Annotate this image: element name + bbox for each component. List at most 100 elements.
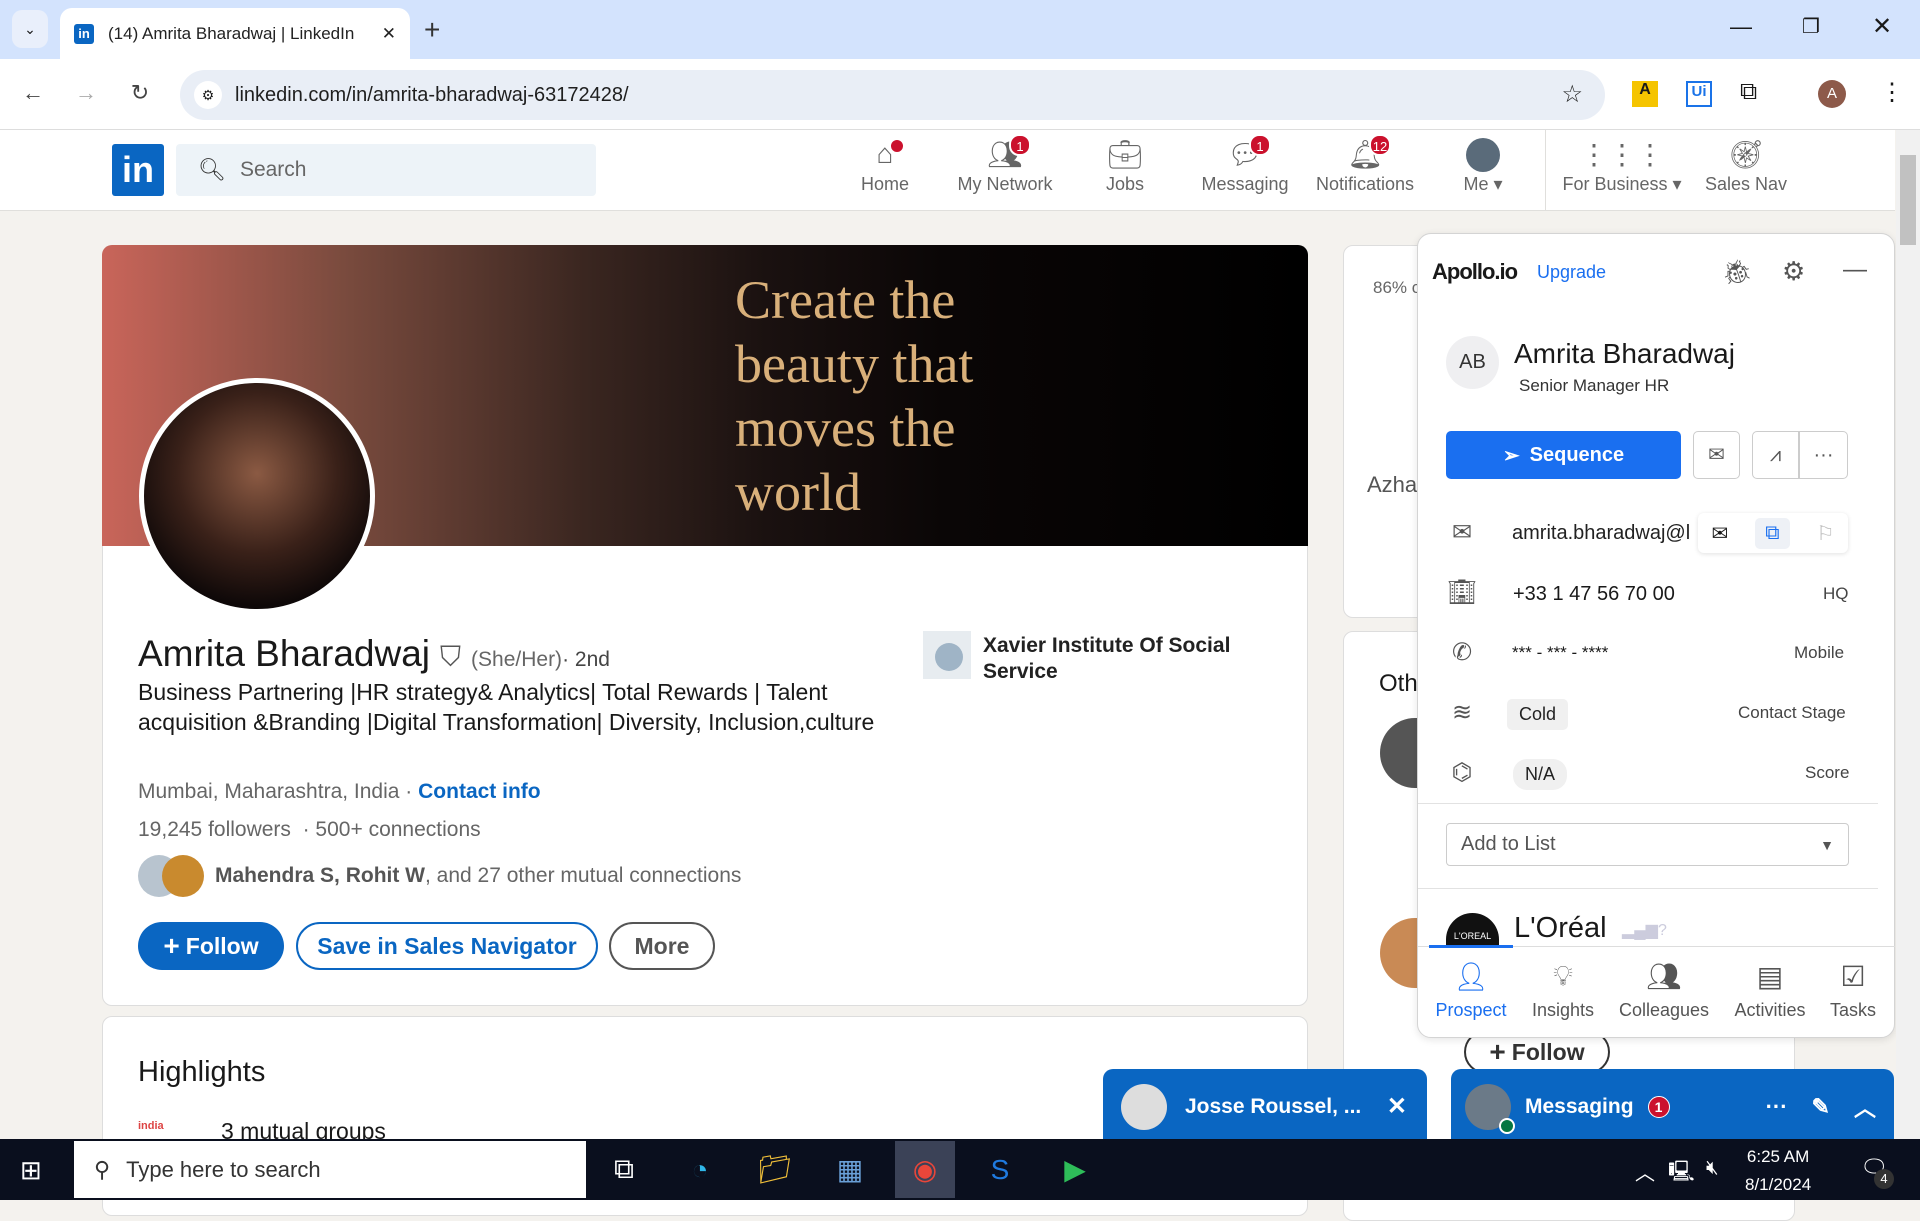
online-status-dot <box>1499 1117 1515 1134</box>
tray-chevron-icon[interactable]: ︿ <box>1635 1157 1655 1186</box>
mutual-rest: , and 27 other mutual connections <box>425 864 742 887</box>
add-to-list-dropdown[interactable]: Add to List ▼ <box>1446 823 1849 866</box>
bookmark-star-icon[interactable]: ☆ <box>1561 80 1583 109</box>
plus-icon: + <box>1489 1036 1506 1067</box>
network-icon[interactable]: 🖳︎ <box>1668 1157 1695 1191</box>
nav-notifications[interactable]: 🔔︎ 12 Notifications <box>1305 134 1425 195</box>
network-icon: 👥︎ 1 <box>945 134 1065 174</box>
mutual-connections-link[interactable]: Mahendra S, Rohit W, and 27 other mutual… <box>215 864 741 888</box>
sequence-button[interactable]: ➢ Sequence <box>1446 431 1681 479</box>
new-tab-button[interactable]: + <box>424 14 440 46</box>
mobile-phone[interactable]: *** - *** - **** <box>1512 643 1608 663</box>
ai-email-button[interactable]: ✉ <box>1693 431 1740 479</box>
forward-icon[interactable]: → <box>68 80 104 106</box>
chat-window-josse[interactable]: Josse Roussel, ... ✕ <box>1103 1069 1427 1144</box>
apollo-open-button[interactable]: ⩘ <box>1752 431 1799 479</box>
contact-info-link[interactable]: Contact info <box>418 780 540 803</box>
nav-for-business[interactable]: ⋮⋮⋮ For Business ▾ <box>1552 138 1692 195</box>
close-window-button[interactable]: ✕ <box>1872 12 1892 41</box>
linkedin-logo[interactable]: in <box>112 144 164 196</box>
checkbox-icon: ☑ <box>1840 961 1866 992</box>
edge-icon[interactable]: ◔ <box>670 1141 730 1198</box>
green-app-icon[interactable]: ▶ <box>1045 1141 1105 1198</box>
volume-muted-icon[interactable]: 🔇︎ <box>1706 1157 1719 1180</box>
layers-icon: ≋ <box>1451 699 1473 726</box>
tab-colleagues[interactable]: 👥︎ Colleagues <box>1609 960 1719 1021</box>
follow-button[interactable]: + Follow <box>138 922 284 970</box>
section-title-partial: Oth <box>1379 670 1418 697</box>
linkedin-favicon: in <box>74 23 94 44</box>
browser-tab[interactable]: in (14) Amrita Bharadwaj | LinkedIn ✕ <box>60 8 410 59</box>
followers-count[interactable]: 19,245 followers <box>138 818 291 841</box>
nav-sales-nav[interactable]: 🧭︎ Sales Nav <box>1686 138 1806 195</box>
profile-avatar[interactable]: A <box>1818 80 1846 108</box>
more-icon[interactable]: ··· <box>1766 1094 1788 1120</box>
plus-icon: + <box>163 930 180 961</box>
windows-start-icon[interactable]: ⊞ <box>20 1155 42 1186</box>
file-explorer-icon[interactable]: 📁︎ <box>745 1141 805 1198</box>
save-in-sales-navigator-button[interactable]: Save in Sales Navigator <box>296 922 598 970</box>
chevron-up-icon[interactable]: ︿ <box>1854 1091 1876 1123</box>
nav-messaging[interactable]: 💬︎ 1 Messaging <box>1185 134 1305 195</box>
tab-tasks[interactable]: ☑ Tasks <box>1808 960 1898 1021</box>
nav-home[interactable]: ⌂ Home <box>825 138 945 195</box>
score-tag[interactable]: N/A <box>1513 759 1568 790</box>
nav-jobs[interactable]: 💼︎ Jobs <box>1065 138 1185 195</box>
verified-shield-icon[interactable]: ⛉ <box>440 641 461 674</box>
nav-label: For Business ▾ <box>1562 174 1682 194</box>
tab-search-button[interactable]: ⌄ <box>12 10 48 48</box>
s-app-icon[interactable]: S <box>970 1141 1030 1198</box>
minimize-button[interactable]: — <box>1730 14 1752 40</box>
contact-email[interactable]: amrita.bharadwaj@l <box>1512 522 1690 545</box>
compose-icon[interactable]: ✎ <box>1812 1094 1830 1120</box>
upgrade-link[interactable]: Upgrade <box>1537 262 1606 283</box>
flag-icon[interactable]: ⚐ <box>1817 521 1835 546</box>
send-email-icon[interactable]: ✉ <box>1712 521 1729 546</box>
tab-title: (14) Amrita Bharadwaj | LinkedIn <box>108 23 355 43</box>
hq-phone[interactable]: +33 1 47 56 70 00 <box>1513 583 1675 606</box>
close-chat-icon[interactable]: ✕ <box>1387 1092 1407 1121</box>
back-icon[interactable]: ← <box>15 80 51 106</box>
taskbar-search[interactable]: ⚲ Type here to search <box>74 1141 586 1198</box>
school-name[interactable]: Xavier Institute Of Social Service <box>983 633 1253 685</box>
bug-icon[interactable]: 🐞︎ <box>1722 258 1752 287</box>
site-info-icon[interactable]: ⚙ <box>194 81 222 109</box>
messaging-badge: 1 <box>1647 1095 1670 1118</box>
tab-prospect[interactable]: 👤︎ Prospect <box>1426 960 1516 1021</box>
nav-label: Sales Nav <box>1704 174 1788 194</box>
chrome-menu-icon[interactable]: ⋮ <box>1880 78 1904 107</box>
page-scrollbar[interactable] <box>1896 130 1920 1139</box>
uipath-extension-icon[interactable]: Ui <box>1686 81 1712 107</box>
minimize-panel-icon[interactable]: — <box>1843 256 1867 284</box>
close-tab-icon[interactable]: ✕ <box>382 24 396 44</box>
task-view-icon[interactable]: ⧉ <box>594 1141 654 1198</box>
chrome-icon[interactable]: ◉ <box>895 1141 955 1198</box>
nav-label: Messaging <box>1201 174 1289 194</box>
company-name[interactable]: L'Oréal <box>1514 912 1607 945</box>
app-icon[interactable]: ▦ <box>820 1141 880 1198</box>
contact-stage-tag[interactable]: Cold <box>1507 699 1569 730</box>
nav-my-network[interactable]: 👥︎ 1 My Network <box>945 134 1065 195</box>
messaging-overlay[interactable]: Messaging 1 ··· ✎ ︿ <box>1451 1069 1894 1144</box>
school-logo[interactable] <box>923 631 971 679</box>
clock[interactable]: 6:25 AM 8/1/2024 <box>1745 1143 1811 1199</box>
reload-icon[interactable]: ↻ <box>122 80 158 106</box>
tab-insights[interactable]: 💡︎ Insights <box>1518 960 1608 1021</box>
settings-gear-icon[interactable]: ⚙ <box>1782 256 1805 287</box>
copy-icon[interactable]: ⧉ <box>1755 517 1790 549</box>
notification-center-icon[interactable]: 🗨︎ 4 <box>1860 1155 1894 1189</box>
taskbar-search-placeholder: Type here to search <box>126 1156 321 1182</box>
nav-me[interactable]: Me ▾ <box>1423 138 1543 195</box>
more-options-button[interactable]: ··· <box>1799 431 1848 479</box>
extensions-icon[interactable]: ⧉ <box>1740 78 1757 106</box>
profile-photo[interactable] <box>139 378 375 614</box>
apollo-extension-icon[interactable]: A <box>1632 81 1658 107</box>
connections-count[interactable]: · 500+ connections <box>303 818 481 841</box>
tab-activities[interactable]: ▤ Activities <box>1725 960 1815 1021</box>
send-icon: ➢ <box>1502 444 1520 467</box>
follow-label: Follow <box>185 932 259 959</box>
address-bar[interactable]: ⚙ linkedin.com/in/amrita-bharadwaj-63172… <box>180 70 1605 120</box>
search-input[interactable]: 🔍︎ Search <box>176 144 596 196</box>
restore-button[interactable]: ❐ <box>1802 14 1820 39</box>
more-button[interactable]: More <box>609 922 715 970</box>
